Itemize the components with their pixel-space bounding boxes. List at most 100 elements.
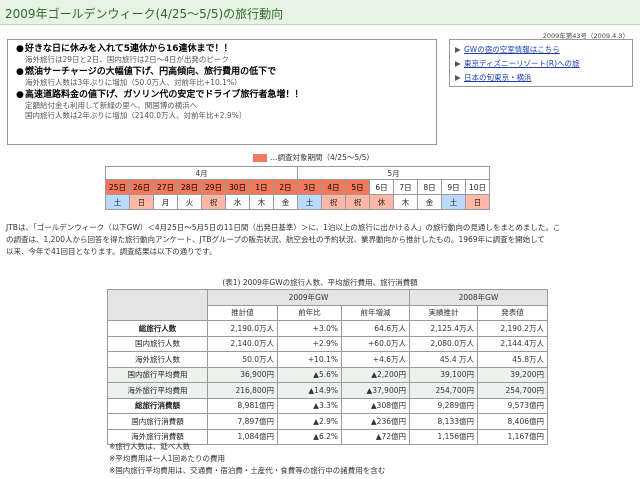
table-cell: +10.1% bbox=[277, 351, 342, 368]
table-cell: 2,190.2万人 bbox=[477, 320, 548, 337]
summary-item: ●高速道路料金の値下げ、ガソリン代の安定でドライブ旅行者急増！！ 定額給付金も利… bbox=[16, 90, 430, 121]
note-line: ※旅行人数は、延べ人数 bbox=[109, 442, 191, 451]
link-label[interactable]: 日本の旬東京・横浜 bbox=[464, 73, 532, 82]
link-vacancy[interactable]: ▶ GWの宿の空室情報はこちら bbox=[455, 43, 627, 57]
legend-swatch bbox=[253, 154, 267, 162]
summary-detail: 国内旅行人数は2年ぶりに増加（2140.0万人、対前年比+2.9%） bbox=[25, 111, 247, 120]
calendar-date: 3日 bbox=[297, 179, 322, 195]
calendar-date: 2日 bbox=[273, 179, 298, 195]
link-tokyo-yokohama[interactable]: ▶ 日本の旬東京・横浜 bbox=[455, 71, 627, 85]
link-label[interactable]: 東京ディズニーリゾート(R)への旅 bbox=[464, 59, 580, 68]
table-cell: ▲14.9% bbox=[277, 382, 342, 399]
calendar-date: 26日 bbox=[129, 179, 154, 195]
calendar-weekday: 木 bbox=[393, 194, 418, 210]
table-cell: 7,897億円 bbox=[207, 413, 278, 430]
related-links-box: ▶ GWの宿の空室情報はこちら ▶ 東京ディズニーリゾート(R)への旅 ▶ 日本の旬東… bbox=[449, 39, 633, 87]
summary-headline: 燃油サーチャージの大幅値下げ、円高傾向、旅行費用の低下で bbox=[25, 67, 277, 77]
column-header: 前年増減 bbox=[341, 304, 410, 321]
summary-headline: 高速道路料金の値下げ、ガソリン代の安定でドライブ旅行者急増！！ bbox=[25, 90, 304, 100]
table-cell: 8,133億円 bbox=[409, 413, 478, 430]
calendar-date: 4日 bbox=[321, 179, 346, 195]
arrow-right-icon: ▶ bbox=[455, 59, 461, 68]
calendar-legend: …調査対象期間（4/25〜5/5） bbox=[253, 152, 374, 163]
intro-paragraph: JTBは、「ゴールデンウィーク（以下GW）＜4月25日〜5月5日の11日間（出発… bbox=[6, 222, 634, 258]
arrow-right-icon: ▶ bbox=[455, 45, 461, 54]
table-cell: 9,573億円 bbox=[477, 397, 548, 414]
row-label: 総旅行人数 bbox=[107, 320, 208, 337]
table-cell: ▲2,200円 bbox=[341, 366, 410, 383]
calendar-date: 29日 bbox=[201, 179, 226, 195]
calendar-weekday: 土 bbox=[105, 194, 130, 210]
calendar-date: 9日 bbox=[441, 179, 466, 195]
table-cell: 254,700円 bbox=[477, 382, 548, 399]
table-cell: +2.9% bbox=[277, 335, 342, 352]
gw-calendar: 4月 5月 25日 26日 27日 28日 29日 30日 1日 2日 3日 4日 5日 6日 7日 8日… bbox=[105, 166, 490, 210]
legend-label: …調査対象期間（4/25〜5/5） bbox=[270, 153, 374, 162]
calendar-weekday: 月 bbox=[153, 194, 178, 210]
table-cell: 2,080.0万人 bbox=[409, 335, 478, 352]
calendar-month: 5月 bbox=[297, 166, 490, 180]
row-label: 国内旅行消費額 bbox=[107, 413, 208, 430]
row-label: 総旅行消費額 bbox=[107, 397, 208, 414]
calendar-date: 6日 bbox=[369, 179, 394, 195]
table-cell: +4.6万人 bbox=[341, 351, 410, 368]
calendar-weekday: 祝 bbox=[201, 194, 226, 210]
summary-detail: 海外旅行人数は3年ぶりに増加（50.0万人、対前年比+10.1%） bbox=[25, 78, 242, 87]
table-corner bbox=[107, 289, 208, 321]
calendar-date: 1日 bbox=[249, 179, 274, 195]
calendar-weekday: 祝 bbox=[321, 194, 346, 210]
table-cell: 36,900円 bbox=[207, 366, 278, 383]
group-header: 2009年GW bbox=[207, 289, 410, 306]
table-cell: ▲37,900円 bbox=[341, 382, 410, 399]
row-label: 海外旅行平均費用 bbox=[107, 382, 208, 399]
table-cell: 9,289億円 bbox=[409, 397, 478, 414]
calendar-date: 25日 bbox=[105, 179, 130, 195]
table-caption: (表1) 2009年GWの旅行人数、平均旅行費用、旅行消費額 bbox=[222, 278, 418, 287]
table-cell: 2,190.0万人 bbox=[207, 320, 278, 337]
calendar-date: 5日 bbox=[345, 179, 370, 195]
row-label: 国内旅行平均費用 bbox=[107, 366, 208, 383]
calendar-weekday: 日 bbox=[465, 194, 490, 210]
table-row: 総旅行消費額 8,981億円 ▲3.3% ▲308億円 9,289億円 9,573億円 bbox=[107, 397, 548, 414]
link-disney-resort[interactable]: ▶ 東京ディズニーリゾート(R)への旅 bbox=[455, 57, 627, 71]
link-label[interactable]: GWの宿の空室情報はこちら bbox=[464, 45, 560, 54]
table-cell: 216,800円 bbox=[207, 382, 278, 399]
table-cell: ▲2.9% bbox=[277, 413, 342, 430]
bullet-icon: ● bbox=[16, 90, 24, 100]
intro-line: の調査は、1,200人から回答を得た旅行動向アンケート、JTBグループの販売状況… bbox=[6, 235, 545, 244]
table-row: 総旅行人数 2,190.0万人 +3.0% 64.6万人 2,125.4万人 2,190.… bbox=[107, 320, 548, 337]
table-cell: ▲5.6% bbox=[277, 366, 342, 383]
table-cell: +3.0% bbox=[277, 320, 342, 337]
summary-item: ●燃油サーチャージの大幅値下げ、円高傾向、旅行費用の低下で 海外旅行人数は3年ぶ… bbox=[16, 67, 430, 88]
calendar-weekday: 土 bbox=[441, 194, 466, 210]
calendar-weekday: 金 bbox=[417, 194, 442, 210]
column-header: 実績推計 bbox=[409, 304, 478, 321]
calendar-date: 8日 bbox=[417, 179, 442, 195]
table-cell: 45.4 万人 bbox=[409, 351, 478, 368]
table-cell: ▲308億円 bbox=[341, 397, 410, 414]
note-line: ※平均費用は一人1回あたりの費用 bbox=[109, 454, 226, 463]
table-cell: 64.6万人 bbox=[341, 320, 410, 337]
table-row: 海外旅行平均費用 216,800円 ▲14.9% ▲37,900円 254,700円 25… bbox=[107, 382, 548, 399]
table-cell: 254,700円 bbox=[409, 382, 478, 399]
table-row: 国内旅行平均費用 36,900円 ▲5.6% ▲2,200円 39,100円 39,200… bbox=[107, 366, 548, 383]
page-title: 2009年ゴールデンウィーク(4/25〜5/5)の旅行動向 bbox=[5, 7, 284, 21]
summary-item: ●好きな日に休みを入れて5連休から16連休まで！！ 海外旅行は29日と2日、国内… bbox=[16, 44, 430, 65]
intro-line: JTBは、「ゴールデンウィーク（以下GW）＜4月25日〜5月5日の11日間（出発… bbox=[6, 223, 561, 232]
table-cell: 39,200円 bbox=[477, 366, 548, 383]
calendar-date: 27日 bbox=[153, 179, 178, 195]
intro-line: 以来、今年で41回目となります。調査結果は以下の通りです。 bbox=[6, 247, 217, 256]
calendar-weekday: 祝 bbox=[345, 194, 370, 210]
table-cell: 2,125.4万人 bbox=[409, 320, 478, 337]
summary-detail: 海外旅行は29日と2日、国内旅行は2日〜4日が出発のピーク bbox=[25, 55, 229, 64]
table-cell: ▲3.3% bbox=[277, 397, 342, 414]
calendar-date: 10日 bbox=[465, 179, 490, 195]
calendar-date: 7日 bbox=[393, 179, 418, 195]
table-cell: ▲236億円 bbox=[341, 413, 410, 430]
group-header: 2008年GW bbox=[409, 289, 548, 306]
table-cell: 2,144.4万人 bbox=[477, 335, 548, 352]
summary-box: ●好きな日に休みを入れて5連休から16連休まで！！ 海外旅行は29日と2日、国内… bbox=[7, 39, 437, 145]
table-cell: 50.0万人 bbox=[207, 351, 278, 368]
table-row: 国内旅行消費額 7,897億円 ▲2.9% ▲236億円 8,133億円 8,406億円 bbox=[107, 413, 548, 430]
calendar-date: 28日 bbox=[177, 179, 202, 195]
